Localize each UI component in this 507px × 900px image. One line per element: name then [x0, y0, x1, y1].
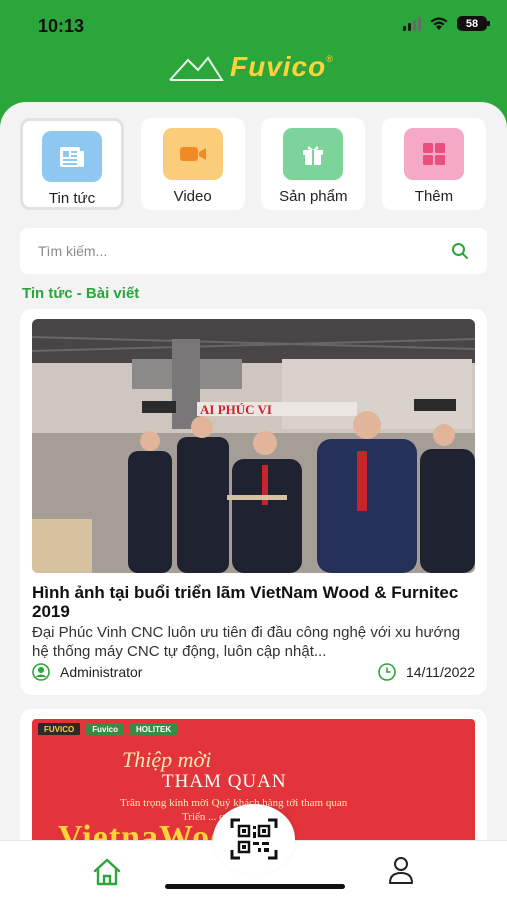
post-card[interactable]: AI PHÚC VI Hình ảnh tại buổi triển lãm V…	[20, 309, 487, 695]
newspaper-icon	[42, 131, 102, 182]
category-label: Sản phẩm	[279, 188, 348, 205]
post-date: 14/11/2022	[405, 664, 475, 680]
status-time: 10:13	[38, 16, 85, 36]
category-products[interactable]: Sản phẩm	[261, 118, 366, 210]
post-author-group: Administrator	[32, 663, 142, 681]
gift-icon	[283, 128, 344, 180]
search-bar	[20, 228, 487, 274]
category-more[interactable]: Thêm	[381, 118, 486, 210]
banner-logo: Fuvico	[86, 723, 125, 735]
post-author: Administrator	[60, 664, 143, 680]
post-title[interactable]: Hình ảnh tại buổi triển lãm VietNam Wood…	[32, 583, 472, 621]
post-image[interactable]: AI PHÚC VI	[32, 319, 475, 573]
status-icons: 58	[403, 16, 490, 31]
qr-code-icon	[230, 818, 278, 860]
category-label: Tin tức	[48, 190, 96, 207]
category-label: Video	[173, 188, 212, 205]
search-icon[interactable]	[451, 242, 469, 260]
qr-scan-button[interactable]	[213, 804, 295, 874]
banner-heading: Thiệp mời	[122, 747, 212, 772]
search-input[interactable]	[38, 243, 451, 259]
category-news[interactable]: Tin tức	[20, 118, 124, 210]
banner-logo: FUVICO	[38, 723, 81, 735]
brand-name: Fuvico	[230, 51, 327, 82]
mountain-logo-icon	[169, 56, 224, 81]
video-camera-icon	[162, 128, 223, 180]
category-row: Tin tức Video Sản phẩm Thêm	[20, 118, 486, 210]
user-icon[interactable]	[386, 855, 416, 885]
section-title: Tin tức - Bài viết	[22, 285, 140, 302]
post-date-group: 14/11/2022	[378, 663, 475, 681]
post-meta: Administrator 14/11/2022	[32, 661, 475, 683]
category-label: Thêm	[414, 188, 454, 205]
home-icon[interactable]	[92, 857, 122, 887]
banner-subheading: THAM QUAN	[162, 771, 287, 792]
cell-signal-icon	[403, 16, 421, 31]
svg-text:AI PHÚC VI: AI PHÚC VI	[200, 402, 272, 417]
post-excerpt: Đại Phúc Vinh CNC luôn ưu tiên đi đầu cô…	[32, 624, 461, 660]
home-indicator	[165, 884, 345, 889]
battery-icon: 58	[457, 16, 490, 31]
brand-registered: ®	[326, 54, 333, 64]
category-video[interactable]: Video	[140, 118, 245, 210]
banner-logos: FUVICO Fuvico HOLITEK	[38, 723, 178, 735]
main-content: Tin tức Video Sản phẩm Thêm Tin tức - Bà…	[0, 102, 507, 900]
battery-level: 58	[465, 17, 479, 30]
brand-logo: Fuvico ®	[168, 50, 348, 84]
grid-icon	[403, 128, 464, 180]
status-bar: 10:13 58	[0, 0, 507, 50]
wifi-icon	[430, 17, 448, 30]
banner-logo: HOLITEK	[130, 723, 178, 735]
user-circle-icon	[32, 663, 50, 681]
clock-icon	[378, 663, 396, 681]
